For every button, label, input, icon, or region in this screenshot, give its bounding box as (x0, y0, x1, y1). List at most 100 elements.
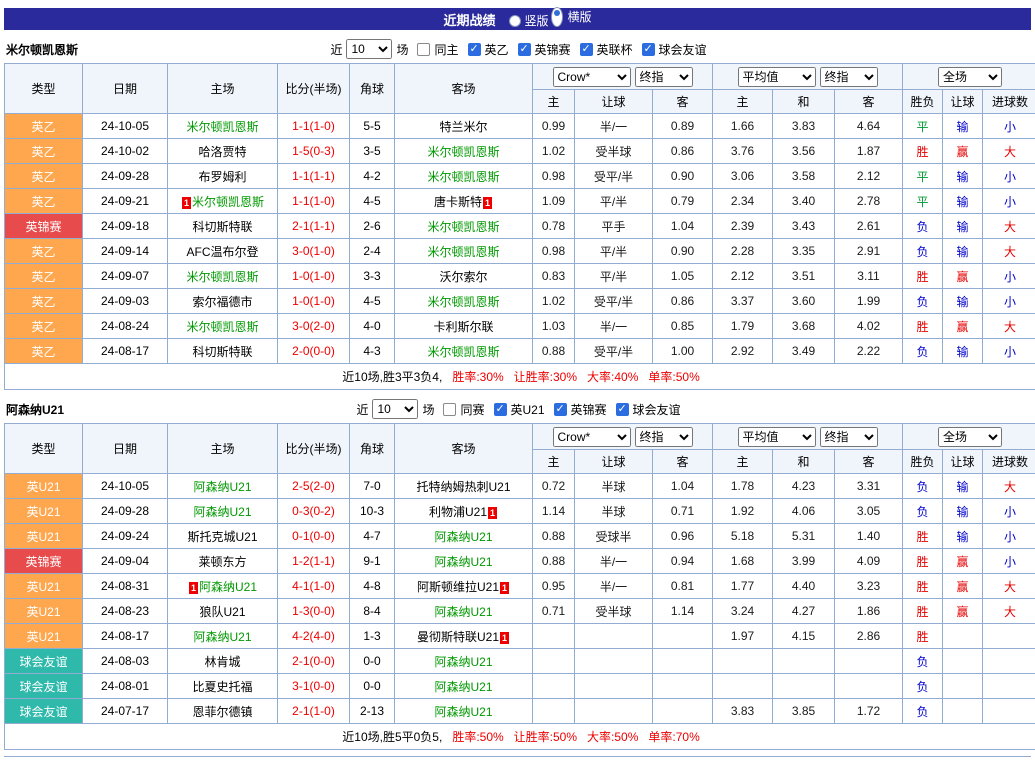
away-team-link[interactable]: 利物浦U21 (429, 505, 487, 519)
league-filter-checkbox[interactable] (468, 43, 481, 56)
home-team-link[interactable]: 莱顿东方 (198, 555, 246, 569)
home-team-link[interactable]: 米尔顿凯恩斯 (186, 270, 258, 284)
odds-company-select[interactable]: Crow* (553, 427, 631, 447)
home-team-link[interactable]: 索尔福德市 (192, 295, 252, 309)
away-team-link[interactable]: 阿森纳U21 (434, 655, 492, 669)
away-team-link[interactable]: 米尔顿凯恩斯 (427, 295, 499, 309)
score-cell[interactable]: 1-1(1-0) (278, 189, 350, 214)
result-goals-cell: 大 (983, 574, 1035, 599)
avg-value-select[interactable]: 平均值 (738, 427, 816, 447)
scope-select[interactable]: 全场 (938, 427, 1002, 447)
avg-home-cell: 2.34 (713, 189, 773, 214)
corner-cell: 4-8 (350, 574, 395, 599)
league-filter-checkbox[interactable] (616, 403, 629, 416)
home-team-link[interactable]: 比夏史托福 (192, 680, 252, 694)
score-cell[interactable]: 4-2(4-0) (278, 624, 350, 649)
league-filter-checkbox[interactable] (642, 43, 655, 56)
home-team-link[interactable]: 阿森纳U21 (193, 480, 251, 494)
avg-draw-cell: 4.40 (773, 574, 835, 599)
score-cell[interactable]: 3-1(0-0) (278, 674, 350, 699)
match-count-select[interactable]: 10 (346, 39, 392, 59)
avg-stage-select[interactable]: 终指 (820, 67, 878, 87)
home-team-link[interactable]: 狼队U21 (199, 605, 245, 619)
score-cell[interactable]: 2-1(1-1) (278, 214, 350, 239)
score-cell[interactable]: 2-0(0-0) (278, 339, 350, 364)
league-filter-checkbox[interactable] (494, 403, 507, 416)
avg-stage-select[interactable]: 终指 (820, 427, 878, 447)
away-team-link[interactable]: 唐卡斯特 (434, 195, 482, 209)
score-cell[interactable]: 2-1(0-0) (278, 649, 350, 674)
away-team-link[interactable]: 米尔顿凯恩斯 (427, 345, 499, 359)
away-team-link[interactable]: 阿森纳U21 (434, 555, 492, 569)
away-team-link[interactable]: 曼彻斯特联U21 (417, 630, 499, 644)
away-team-link[interactable]: 阿森纳U21 (434, 605, 492, 619)
away-team-link[interactable]: 沃尔索尔 (439, 270, 487, 284)
score-cell[interactable]: 1-3(0-0) (278, 599, 350, 624)
score-cell[interactable]: 3-0(2-0) (278, 314, 350, 339)
score-cell[interactable]: 4-1(1-0) (278, 574, 350, 599)
score-cell[interactable]: 3-0(1-0) (278, 239, 350, 264)
home-team-link[interactable]: 布罗姆利 (198, 170, 246, 184)
home-team-link[interactable]: 哈洛贾特 (198, 145, 246, 159)
avg-draw-cell: 3.60 (773, 289, 835, 314)
score-cell[interactable]: 1-1(1-0) (278, 114, 350, 139)
away-team-link[interactable]: 米尔顿凯恩斯 (427, 220, 499, 234)
date-cell: 24-08-01 (83, 674, 168, 699)
away-team-link[interactable]: 托特纳姆热刺U21 (416, 480, 510, 494)
home-team-link[interactable]: 斯托克城U21 (187, 530, 257, 544)
home-team-link[interactable]: 米尔顿凯恩斯 (186, 320, 258, 334)
avg-value-select[interactable]: 平均值 (738, 67, 816, 87)
away-team-link[interactable]: 阿森纳U21 (434, 530, 492, 544)
match-row: 球会友谊24-08-01比夏史托福3-1(0-0)0-0阿森纳U21负 (5, 674, 1035, 699)
home-team-link[interactable]: 阿森纳U21 (199, 580, 257, 594)
league-filter-checkbox[interactable] (580, 43, 593, 56)
away-team-link[interactable]: 米尔顿凯恩斯 (427, 245, 499, 259)
league-filter-checkbox[interactable] (518, 43, 531, 56)
same-filter-checkbox[interactable] (417, 43, 430, 56)
match-count-select[interactable]: 10 (372, 399, 418, 419)
score-cell[interactable]: 1-0(1-0) (278, 289, 350, 314)
odds-home-cell (533, 674, 575, 699)
odds-company-select[interactable]: Crow* (553, 67, 631, 87)
away-team-cell: 沃尔索尔 (395, 264, 533, 289)
league-filter-checkbox[interactable] (554, 403, 567, 416)
score-cell[interactable]: 2-1(1-0) (278, 699, 350, 724)
score-cell[interactable]: 1-2(1-1) (278, 549, 350, 574)
home-team-link[interactable]: 米尔顿凯恩斯 (192, 195, 264, 209)
odds-home-cell: 0.99 (533, 114, 575, 139)
score-cell[interactable]: 1-5(0-3) (278, 139, 350, 164)
league-cell: 英U21 (5, 499, 83, 524)
odds-stage-select[interactable]: 终指 (635, 427, 693, 447)
away-team-link[interactable]: 阿斯顿维拉U21 (417, 580, 499, 594)
corner-cell: 4-3 (350, 339, 395, 364)
home-team-link[interactable]: 阿森纳U21 (193, 505, 251, 519)
league-cell: 英乙 (5, 264, 83, 289)
home-team-link[interactable]: 米尔顿凯恩斯 (186, 120, 258, 134)
scope-select[interactable]: 全场 (938, 67, 1002, 87)
home-team-link[interactable]: 阿森纳U21 (193, 630, 251, 644)
home-team-link[interactable]: 林肯城 (204, 655, 240, 669)
away-team-link[interactable]: 卡利斯尔联 (433, 320, 493, 334)
away-team-link[interactable]: 阿森纳U21 (434, 705, 492, 719)
odds-stage-select[interactable]: 终指 (635, 67, 693, 87)
score-cell[interactable]: 0-3(0-2) (278, 499, 350, 524)
home-team-link[interactable]: AFC温布尔登 (186, 245, 258, 259)
layout-radio-vertical[interactable]: 竖版 (509, 12, 548, 29)
result-outcome-cell: 胜 (903, 599, 943, 624)
score-cell[interactable]: 1-1(1-1) (278, 164, 350, 189)
home-team-link[interactable]: 科切斯特联 (192, 345, 252, 359)
away-team-link[interactable]: 米尔顿凯恩斯 (427, 145, 499, 159)
result-handicap-cell: 输 (943, 114, 983, 139)
score-cell[interactable]: 0-1(0-0) (278, 524, 350, 549)
away-team-link[interactable]: 阿森纳U21 (434, 680, 492, 694)
layout-radio-horizontal[interactable]: 横版 (549, 7, 592, 27)
result-goals-cell: 大 (983, 239, 1035, 264)
score-cell[interactable]: 1-0(1-0) (278, 264, 350, 289)
home-team-link[interactable]: 恩菲尔德镇 (192, 705, 252, 719)
home-team-link[interactable]: 科切斯特联 (192, 220, 252, 234)
away-team-link[interactable]: 米尔顿凯恩斯 (427, 170, 499, 184)
home-team-cell: 科切斯特联 (168, 214, 278, 239)
same-filter-checkbox[interactable] (443, 403, 456, 416)
score-cell[interactable]: 2-5(2-0) (278, 474, 350, 499)
away-team-link[interactable]: 特兰米尔 (439, 120, 487, 134)
